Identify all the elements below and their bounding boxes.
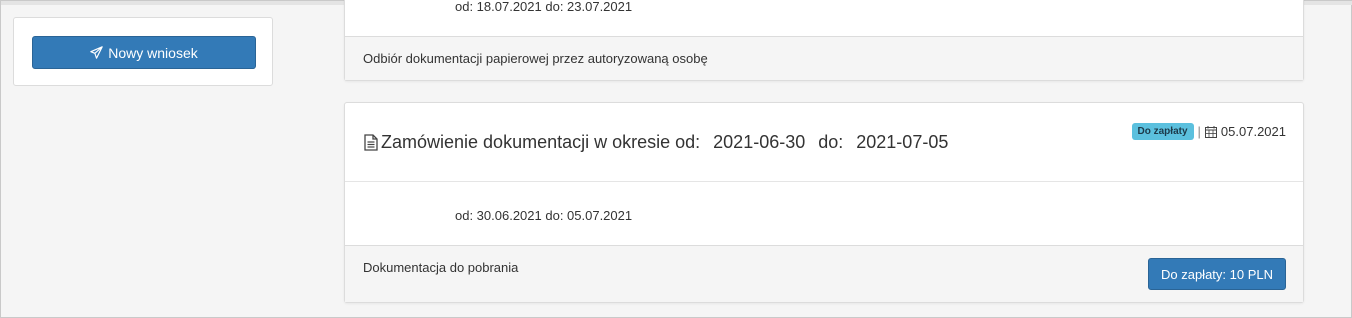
status-badge: Do zapłaty	[1131, 123, 1194, 140]
new-request-button[interactable]: Nowy wniosek	[32, 36, 256, 69]
request-panel: od: 18.07.2021 do: 23.07.2021 Odbiór dok…	[344, 0, 1304, 81]
request-meta: Do zapłaty | 05.07.2021	[1131, 123, 1286, 140]
request-title-middle: do:	[818, 132, 844, 152]
request-footer-text: Odbiór dokumentacji papierowej przez aut…	[363, 51, 708, 66]
pay-button[interactable]: Do zapłaty: 10 PLN	[1147, 258, 1286, 290]
created-date: 05.07.2021	[1220, 124, 1286, 139]
request-title-prefix: Zamówienie dokumentacji w okresie od:	[381, 132, 701, 152]
new-request-label: Nowy wniosek	[108, 44, 198, 61]
request-footer: Dokumentacja do pobrania Do zapłaty: 10 …	[345, 245, 1303, 302]
request-footer-text: Dokumentacja do pobrania	[363, 260, 519, 275]
request-header: Zamówienie dokumentacji w okresie od: 20…	[345, 103, 1303, 182]
request-title: Zamówienie dokumentacji w okresie od: 20…	[364, 132, 948, 153]
request-panel: Zamówienie dokumentacji w okresie od: 20…	[344, 102, 1304, 303]
document-icon	[364, 134, 378, 151]
request-dates: od: 30.06.2021 do: 05.07.2021	[455, 208, 633, 223]
meta-separator: |	[1197, 124, 1201, 139]
request-footer: Odbiór dokumentacji papierowej przez aut…	[345, 36, 1303, 80]
request-dates: od: 18.07.2021 do: 23.07.2021	[455, 0, 633, 14]
calendar-icon	[1204, 125, 1217, 138]
sidebar-card: Nowy wniosek	[13, 17, 273, 86]
request-date-from: 2021-06-30	[713, 132, 806, 152]
paper-plane-icon	[90, 46, 104, 59]
request-date-to: 2021-07-05	[856, 132, 949, 152]
